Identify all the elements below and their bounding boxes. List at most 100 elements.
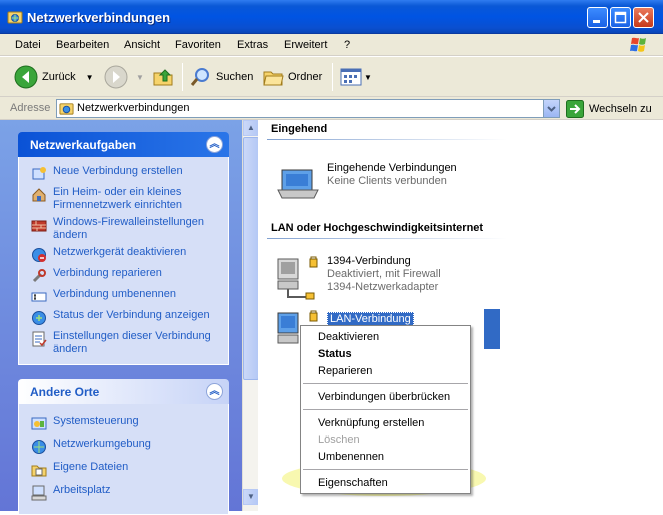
network-tasks-title: Netzwerkaufgaben <box>30 138 137 152</box>
firewall-icon <box>31 220 47 232</box>
task-change-settings[interactable]: Einstellungen dieser Verbindung ändern <box>19 328 228 358</box>
1394-connection-icon <box>277 256 318 300</box>
network-folder-icon <box>7 11 23 24</box>
address-value: Netzwerkverbindungen <box>77 102 190 114</box>
up-folder-icon <box>153 69 173 86</box>
my-computer-icon <box>31 485 47 501</box>
minimize-icon <box>593 20 600 23</box>
connection-adapter: 1394-Netzwerkadapter <box>327 281 439 293</box>
toolbar-divider <box>332 63 333 91</box>
network-folder-icon <box>59 103 74 115</box>
menu-help[interactable]: ? <box>344 39 350 51</box>
network-tasks-panel: Netzwerkaufgaben ︽ Neue Verbindung erste… <box>18 132 229 365</box>
window-title: Netzwerkverbindungen <box>27 10 171 25</box>
forward-button[interactable]: ▼ <box>104 63 144 91</box>
vertical-scrollbar[interactable]: ▲ ▼ <box>242 120 259 511</box>
menu-item-status[interactable]: Status <box>318 348 352 360</box>
chevron-down-icon <box>547 106 556 112</box>
up-folder-button[interactable] <box>152 63 174 91</box>
repair-icon <box>32 269 46 283</box>
group-header-incoming: Eingehend <box>271 123 328 135</box>
rename-icon <box>31 292 47 302</box>
menu-favoriten[interactable]: Favoriten <box>175 39 221 51</box>
menu-bar: Datei Bearbeiten Ansicht Favoriten Extra… <box>0 34 663 56</box>
views-button[interactable]: ▼ <box>340 63 372 91</box>
collapse-chevron-icon[interactable]: ︽ <box>206 136 223 153</box>
task-disable-device[interactable]: Netzwerkgerät deaktivieren <box>19 244 228 265</box>
menu-item-bridge[interactable]: Verbindungen überbrücken <box>318 391 450 403</box>
back-arrow-icon <box>14 65 38 89</box>
collapse-chevron-icon[interactable]: ︽ <box>206 383 223 400</box>
scroll-thumb[interactable] <box>243 137 259 380</box>
go-label: Wechseln zu <box>589 102 652 115</box>
place-my-documents[interactable]: Eigene Dateien <box>19 458 228 481</box>
task-home-network[interactable]: Ein Heim- oder ein kleines Firmennetzwer… <box>19 184 228 214</box>
task-status[interactable]: Status der Verbindung anzeigen <box>19 307 228 328</box>
settings-icon <box>32 331 47 347</box>
folders-button[interactable]: Ordner <box>262 63 322 91</box>
task-repair[interactable]: Verbindung reparieren <box>19 265 228 286</box>
task-label: Netzwerkgerät deaktivieren <box>53 246 187 258</box>
menu-item-deaktivieren[interactable]: Deaktivieren <box>318 331 379 343</box>
back-dropdown-icon[interactable]: ▼ <box>86 73 94 82</box>
task-label: Neue Verbindung erstellen <box>53 165 183 177</box>
task-pane: Netzwerkaufgaben ︽ Neue Verbindung erste… <box>0 120 258 515</box>
connection-incoming[interactable]: Eingehende Verbindungen Keine Clients ve… <box>274 162 504 208</box>
menu-item-eigenschaften[interactable]: Eigenschaften <box>318 477 388 489</box>
task-label: Status der Verbindung anzeigen <box>53 309 210 321</box>
views-dropdown-icon[interactable]: ▼ <box>364 73 372 82</box>
menu-item-loeschen: Löschen <box>318 434 360 446</box>
forward-arrow-icon <box>104 65 128 89</box>
toolbar-divider <box>182 63 183 91</box>
other-places-header[interactable]: Andere Orte ︽ <box>18 379 229 404</box>
menu-bearbeiten[interactable]: Bearbeiten <box>56 39 109 51</box>
network-tasks-header[interactable]: Netzwerkaufgaben ︽ <box>18 132 229 157</box>
menu-ansicht[interactable]: Ansicht <box>124 39 160 51</box>
menu-item-reparieren[interactable]: Reparieren <box>318 365 372 377</box>
place-label: Systemsteuerung <box>53 415 139 427</box>
connection-name: Eingehende Verbindungen <box>327 162 457 174</box>
home-network-icon <box>32 188 46 202</box>
place-label: Arbeitsplatz <box>53 484 111 496</box>
menu-item-umbenennen[interactable]: Umbenennen <box>318 451 384 463</box>
back-button[interactable]: Zurück ▼ <box>14 63 94 91</box>
selection-highlight <box>484 309 500 349</box>
task-firewall[interactable]: Windows-Firewalleinstellungen ändern <box>19 214 228 244</box>
task-label: Ein Heim- oder ein kleines Firmennetzwer… <box>53 186 182 211</box>
address-input[interactable]: Netzwerkverbindungen <box>56 99 560 118</box>
title-bar[interactable]: Netzwerkverbindungen <box>0 0 663 34</box>
menu-erweitert[interactable]: Erweitert <box>284 39 327 51</box>
other-places-title: Andere Orte <box>30 385 100 399</box>
go-button[interactable]: Wechseln zu <box>566 99 652 118</box>
close-button[interactable] <box>633 7 654 28</box>
menu-extras[interactable]: Extras <box>237 39 268 51</box>
menu-item-create-shortcut[interactable]: Verknüpfung erstellen <box>318 417 424 429</box>
connection-1394[interactable]: 1394-Verbindung Deaktiviert, mit Firewal… <box>274 255 504 303</box>
search-button[interactable]: Suchen <box>190 63 253 91</box>
group-header-lan: LAN oder Hochgeschwindigkeitsinternet <box>271 222 484 234</box>
menu-separator <box>303 383 468 384</box>
forward-dropdown-icon[interactable]: ▼ <box>136 73 144 82</box>
status-icon <box>32 311 46 325</box>
scroll-down-button[interactable]: ▼ <box>243 489 259 505</box>
task-label: Verbindung umbenennen <box>53 288 176 300</box>
maximize-button[interactable] <box>610 7 631 28</box>
connection-status: Keine Clients verbunden <box>327 175 447 187</box>
folders-label: Ordner <box>288 71 323 83</box>
minimize-button[interactable] <box>587 7 608 28</box>
place-network-places[interactable]: Netzwerkumgebung <box>19 435 228 458</box>
place-control-panel[interactable]: Systemsteuerung <box>19 412 228 435</box>
menu-datei[interactable]: Datei <box>15 39 41 51</box>
menu-separator <box>303 469 468 470</box>
views-icon <box>340 68 362 86</box>
task-rename[interactable]: Verbindung umbenennen <box>19 286 228 307</box>
task-new-connection[interactable]: Neue Verbindung erstellen <box>19 163 228 184</box>
disable-device-icon <box>32 248 46 262</box>
task-label: Verbindung reparieren <box>53 267 162 279</box>
other-places-panel: Andere Orte ︽ Systemsteuerung Netzwerkum… <box>18 379 229 515</box>
place-my-computer[interactable]: Arbeitsplatz <box>19 481 228 504</box>
task-label: Einstellungen dieser Verbindung ändern <box>53 330 211 355</box>
address-dropdown-button[interactable] <box>543 100 559 117</box>
scroll-up-button[interactable]: ▲ <box>243 120 259 136</box>
search-icon <box>190 68 209 86</box>
